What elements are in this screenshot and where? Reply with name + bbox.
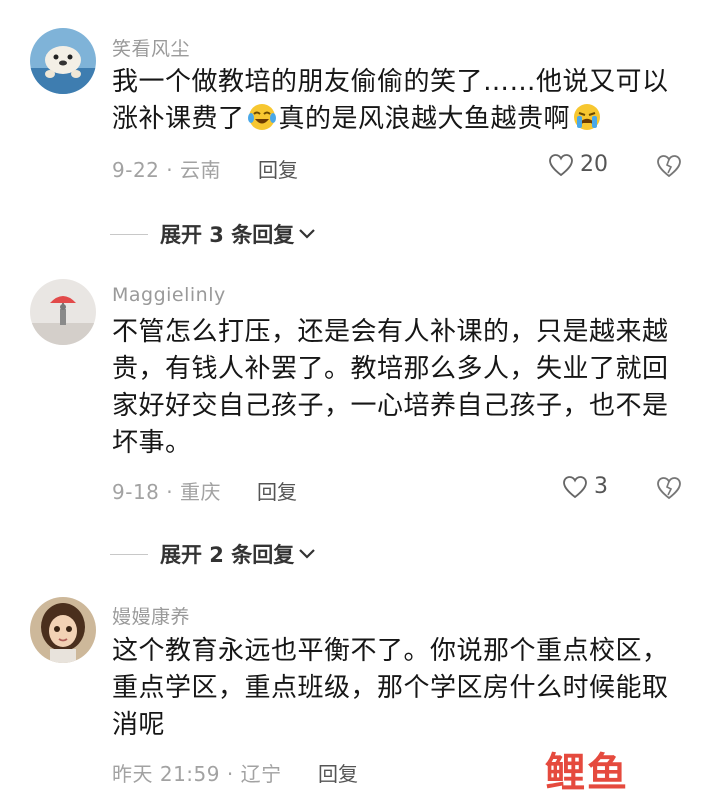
tears-of-joy-emoji	[247, 102, 277, 132]
avatar[interactable]	[30, 28, 96, 94]
comment-text: 我一个做教培的朋友偷偷的笑了……他说又可以涨补课费了 真的是风浪越大鱼越贵啊	[112, 64, 682, 138]
expand-replies-button[interactable]: 展开 2 条回复	[110, 539, 316, 569]
expand-replies-label: 展开 2 条回复	[160, 543, 295, 567]
username[interactable]: 嫚嫚康养	[112, 602, 190, 629]
avatar[interactable]	[30, 597, 96, 663]
like-button[interactable]: 3	[562, 474, 608, 499]
watermark-logo: 鲤鱼	[545, 750, 629, 796]
comment-date-location: 9-18 · 重庆	[112, 480, 221, 504]
comment-text: 这个教育永远也平衡不了。你说那个重点校区，重点学区，重点班级，那个学区房什么时候…	[112, 636, 669, 740]
heart-icon	[549, 153, 573, 176]
divider-line	[110, 553, 148, 555]
comment-date-location: 昨天 21:59 · 辽宁	[112, 762, 282, 786]
like-count: 20	[580, 152, 608, 177]
divider-line	[110, 233, 148, 235]
like-count: 3	[594, 474, 608, 499]
expand-replies-label: 展开 3 条回复	[160, 223, 295, 247]
avatar[interactable]	[30, 279, 96, 345]
dislike-icon[interactable]	[655, 475, 683, 501]
reply-button[interactable]: 回复	[258, 154, 298, 183]
expand-replies-button[interactable]: 展开 3 条回复	[110, 219, 316, 249]
reply-button[interactable]: 回复	[257, 476, 297, 505]
username[interactable]: Maggielinly	[112, 284, 226, 306]
crying-emoji	[572, 102, 602, 132]
username[interactable]: 笑看风尘	[112, 34, 190, 61]
like-button[interactable]: 20	[548, 152, 608, 177]
comment-text-part: 真的是风浪越大鱼越贵啊	[278, 104, 571, 134]
chevron-down-icon	[299, 549, 316, 559]
reply-button[interactable]: 回复	[318, 758, 358, 787]
comment-date-location: 9-22 · 云南	[112, 158, 221, 182]
heart-icon	[563, 475, 587, 498]
dislike-icon[interactable]	[655, 153, 683, 179]
comment-text: 不管怎么打压，还是会有人补课的，只是越来越贵，有钱人补罢了。教培那么多人，失业了…	[112, 317, 669, 458]
chevron-down-icon	[299, 229, 316, 239]
